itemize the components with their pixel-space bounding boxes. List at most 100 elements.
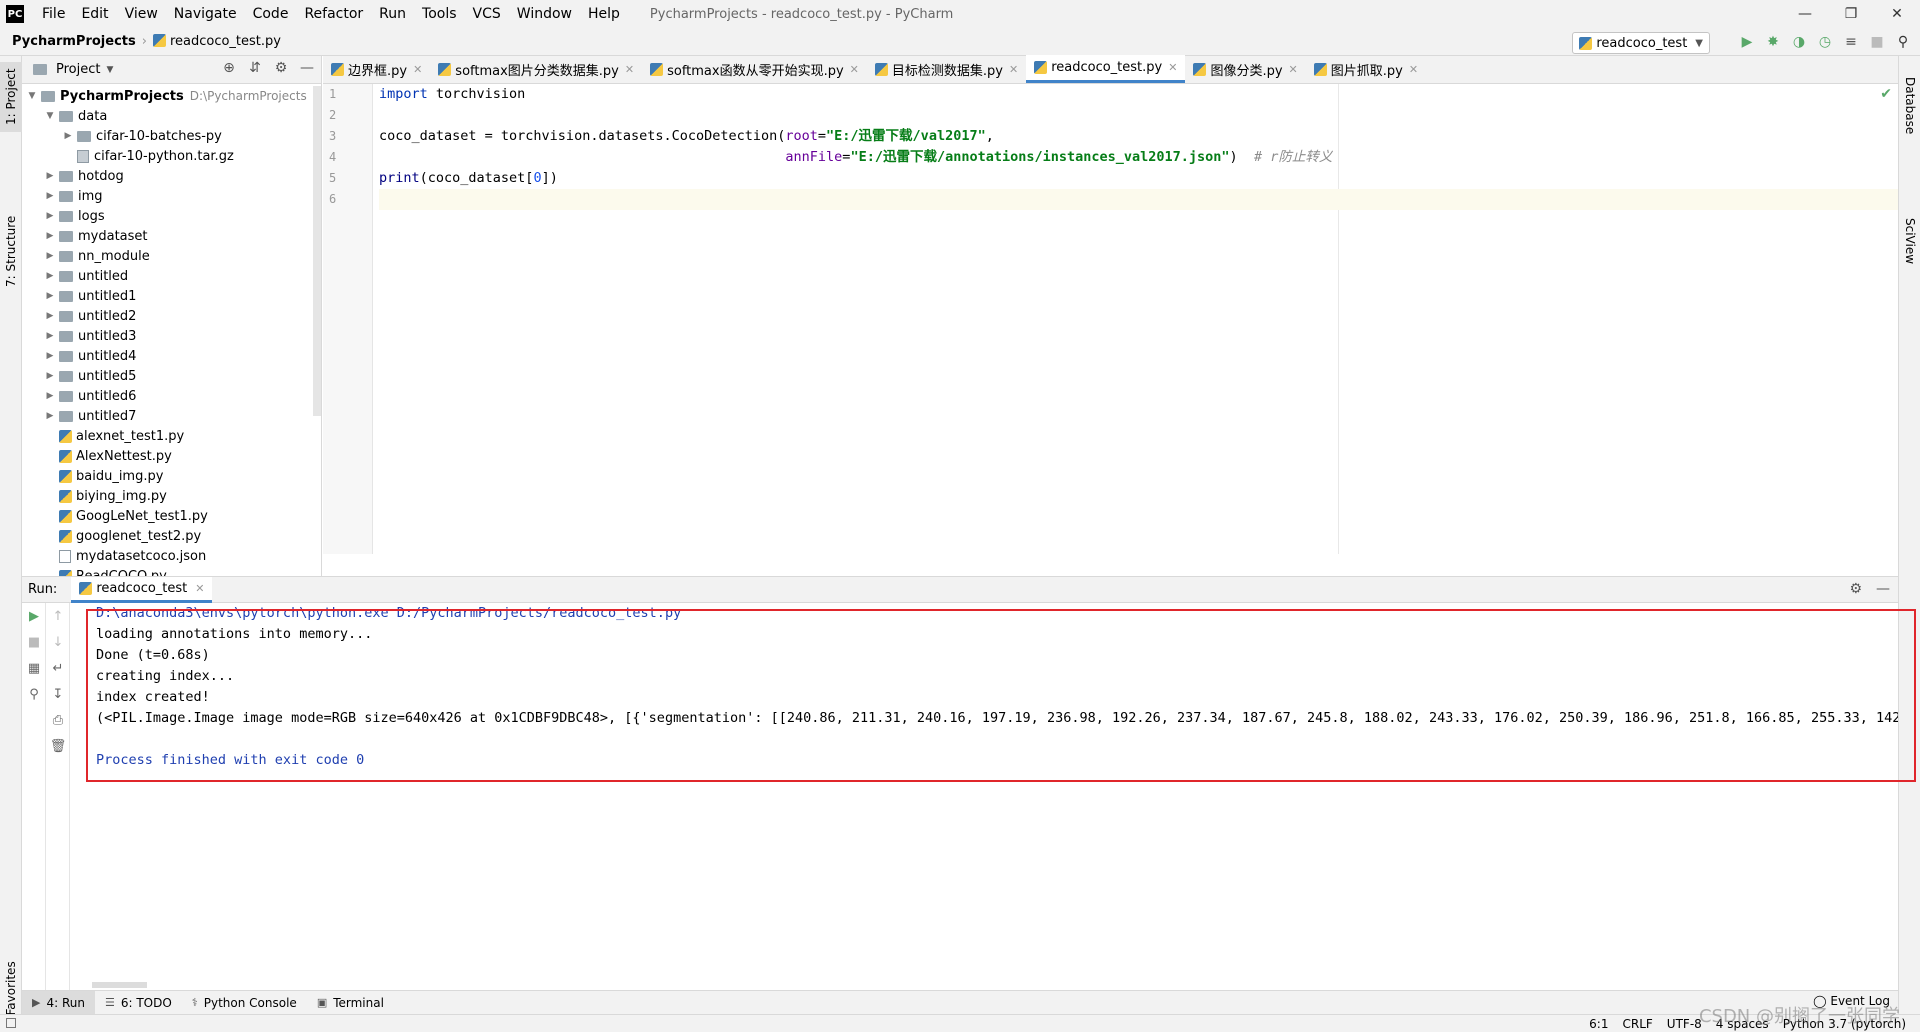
tree-item[interactable]: ▶ untitled xyxy=(22,266,311,286)
trash-icon[interactable]: 🗑 xyxy=(46,733,70,759)
bottom-tab[interactable]: ⚕ Python Console xyxy=(182,991,307,1015)
tree-item[interactable]: GoogLeNet_test1.py xyxy=(22,506,311,526)
soft-wrap-icon[interactable]: ↵ xyxy=(46,655,70,681)
editor-tab[interactable]: 目标检测数据集.py ✕ xyxy=(867,55,1026,83)
print-icon[interactable]: ⎙ xyxy=(46,707,70,733)
run-configuration-dropdown[interactable]: readcoco_test ▼ xyxy=(1572,32,1710,54)
code-line[interactable]: annFile="E:/迅雷下载/annotations/instances_v… xyxy=(379,147,1898,168)
gear-icon[interactable]: ⚙ xyxy=(273,60,289,76)
line-separator[interactable]: CRLF xyxy=(1622,1017,1652,1031)
tree-item[interactable]: ReadCOCO.py xyxy=(22,566,311,576)
expand-arrow-icon[interactable]: ▶ xyxy=(44,411,56,421)
expand-arrow-icon[interactable]: ▶ xyxy=(44,271,56,281)
menu-item-vcs[interactable]: VCS xyxy=(465,6,509,22)
code-line[interactable] xyxy=(379,105,1898,126)
hide-icon[interactable]: — xyxy=(1876,581,1890,597)
expand-arrow-icon[interactable]: ▶ xyxy=(44,251,56,261)
interpreter[interactable]: Python 3.7 (pytorch) xyxy=(1783,1017,1906,1031)
layout-icon[interactable]: ▦ xyxy=(22,655,46,681)
expand-arrow-icon[interactable]: ▶ xyxy=(44,331,56,341)
bottom-tab[interactable]: ▶ 4: Run xyxy=(22,990,95,1015)
tree-item[interactable]: ▶ nn_module xyxy=(22,246,311,266)
close-tab-icon[interactable]: ✕ xyxy=(1168,61,1177,74)
code-line[interactable]: import torchvision xyxy=(379,84,1898,105)
stop-icon[interactable]: ■ xyxy=(22,629,46,655)
tree-item[interactable]: ▶ untitled2 xyxy=(22,306,311,326)
console-output[interactable]: D:\anaconda3\envs\pytorch\python.exe D:/… xyxy=(88,603,1898,990)
rerun-icon[interactable]: ▶ xyxy=(22,603,46,629)
expand-arrow-icon[interactable]: ▶ xyxy=(44,391,56,401)
debug-icon[interactable]: ✸ xyxy=(1764,32,1782,52)
menu-item-edit[interactable]: Edit xyxy=(73,6,116,22)
bottom-tab[interactable]: ▣ Terminal xyxy=(307,991,394,1015)
close-tab-icon[interactable]: ✕ xyxy=(413,63,422,76)
stop-icon[interactable]: ■ xyxy=(1868,32,1886,52)
tool-tab-database[interactable]: Database xyxy=(1899,66,1920,146)
gear-icon[interactable]: ⚙ xyxy=(1849,581,1862,597)
project-view-selector[interactable]: Project xyxy=(56,62,100,77)
expand-arrow-icon[interactable]: ▼ xyxy=(26,91,38,101)
expand-arrow-icon[interactable]: ▶ xyxy=(44,171,56,181)
tree-root[interactable]: ▼ PycharmProjects D:\PycharmProjects xyxy=(22,86,311,106)
search-icon[interactable]: ⚲ xyxy=(1894,32,1912,52)
collapse-all-icon[interactable]: ⇵ xyxy=(247,60,263,76)
tree-item[interactable]: baidu_img.py xyxy=(22,466,311,486)
run-icon[interactable]: ▶ xyxy=(1738,32,1756,52)
run-tab[interactable]: readcoco_test ✕ xyxy=(71,576,213,603)
locate-file-icon[interactable]: ⊕ xyxy=(221,60,237,76)
breadcrumb-project[interactable]: PycharmProjects xyxy=(12,34,136,49)
close-icon[interactable]: ✕ xyxy=(1874,0,1920,28)
expand-arrow-icon[interactable]: ▶ xyxy=(44,211,56,221)
tree-item[interactable]: ▶ untitled7 xyxy=(22,406,311,426)
editor-tab[interactable]: softmax函数从零开始实现.py ✕ xyxy=(642,55,867,83)
tree-item[interactable]: ▶ hotdog xyxy=(22,166,311,186)
code-area[interactable]: import torchvision coco_dataset = torchvi… xyxy=(379,84,1898,210)
down-arrow-icon[interactable]: ↓ xyxy=(46,629,70,655)
expand-arrow-icon[interactable]: ▶ xyxy=(62,131,74,141)
close-tab-icon[interactable]: ✕ xyxy=(1009,63,1018,76)
project-scrollbar[interactable] xyxy=(313,86,321,416)
tree-item[interactable]: biying_img.py xyxy=(22,486,311,506)
code-editor[interactable]: 1 2 3 4 5 6 import torchvision coco_dataset = … xyxy=(323,84,1898,576)
scroll-to-end-icon[interactable]: ↧ xyxy=(46,681,70,707)
menu-item-view[interactable]: View xyxy=(117,6,166,22)
tool-tab-structure[interactable]: 7: Structure xyxy=(0,206,22,296)
tool-windows-icon[interactable] xyxy=(6,1018,16,1028)
editor-tab[interactable]: 边界框.py ✕ xyxy=(323,55,430,83)
chevron-down-icon[interactable]: ▼ xyxy=(106,65,113,75)
menu-item-window[interactable]: Window xyxy=(509,6,580,22)
console-scrollbar[interactable] xyxy=(92,982,147,988)
tree-item[interactable]: mydatasetcoco.json xyxy=(22,546,311,566)
editor-tab[interactable]: 图像分类.py ✕ xyxy=(1185,55,1305,83)
tree-item[interactable]: alexnet_test1.py xyxy=(22,426,311,446)
tool-tab-sciview[interactable]: SciView xyxy=(1899,206,1920,276)
indent-setting[interactable]: 4 spaces xyxy=(1716,1017,1769,1031)
coverage-icon[interactable]: ◑ xyxy=(1790,32,1808,52)
file-encoding[interactable]: UTF-8 xyxy=(1667,1017,1702,1031)
menu-item-help[interactable]: Help xyxy=(580,6,628,22)
editor-tab[interactable]: softmax图片分类数据集.py ✕ xyxy=(430,55,642,83)
close-tab-icon[interactable]: ✕ xyxy=(1289,63,1298,76)
restore-icon[interactable]: ❐ xyxy=(1828,0,1874,28)
breadcrumb-file[interactable]: readcoco_test.py xyxy=(152,34,281,49)
editor-tab[interactable]: 图片抓取.py ✕ xyxy=(1306,55,1426,83)
code-line[interactable]: coco_dataset = torchvision.datasets.Coco… xyxy=(379,126,1898,147)
build-icon[interactable]: ≡ xyxy=(1842,32,1860,52)
tree-item[interactable]: cifar-10-python.tar.gz xyxy=(22,146,311,166)
code-line[interactable] xyxy=(379,189,1898,210)
minimize-icon[interactable]: — xyxy=(1782,0,1828,28)
editor-tab[interactable]: readcoco_test.py ✕ xyxy=(1026,55,1186,83)
close-tab-icon[interactable]: ✕ xyxy=(850,63,859,76)
close-tab-icon[interactable]: ✕ xyxy=(1409,63,1418,76)
expand-arrow-icon[interactable]: ▶ xyxy=(44,351,56,361)
tree-item[interactable]: AlexNettest.py xyxy=(22,446,311,466)
up-arrow-icon[interactable]: ↑ xyxy=(46,603,70,629)
tree-item[interactable]: ▶ cifar-10-batches-py xyxy=(22,126,311,146)
tree-item[interactable]: ▶ untitled5 xyxy=(22,366,311,386)
expand-arrow-icon[interactable]: ▶ xyxy=(44,371,56,381)
expand-arrow-icon[interactable]: ▶ xyxy=(44,231,56,241)
close-tab-icon[interactable]: ✕ xyxy=(625,63,634,76)
tree-item[interactable]: ▶ logs xyxy=(22,206,311,226)
hide-icon[interactable]: — xyxy=(299,60,315,76)
expand-arrow-icon[interactable]: ▶ xyxy=(44,191,56,201)
